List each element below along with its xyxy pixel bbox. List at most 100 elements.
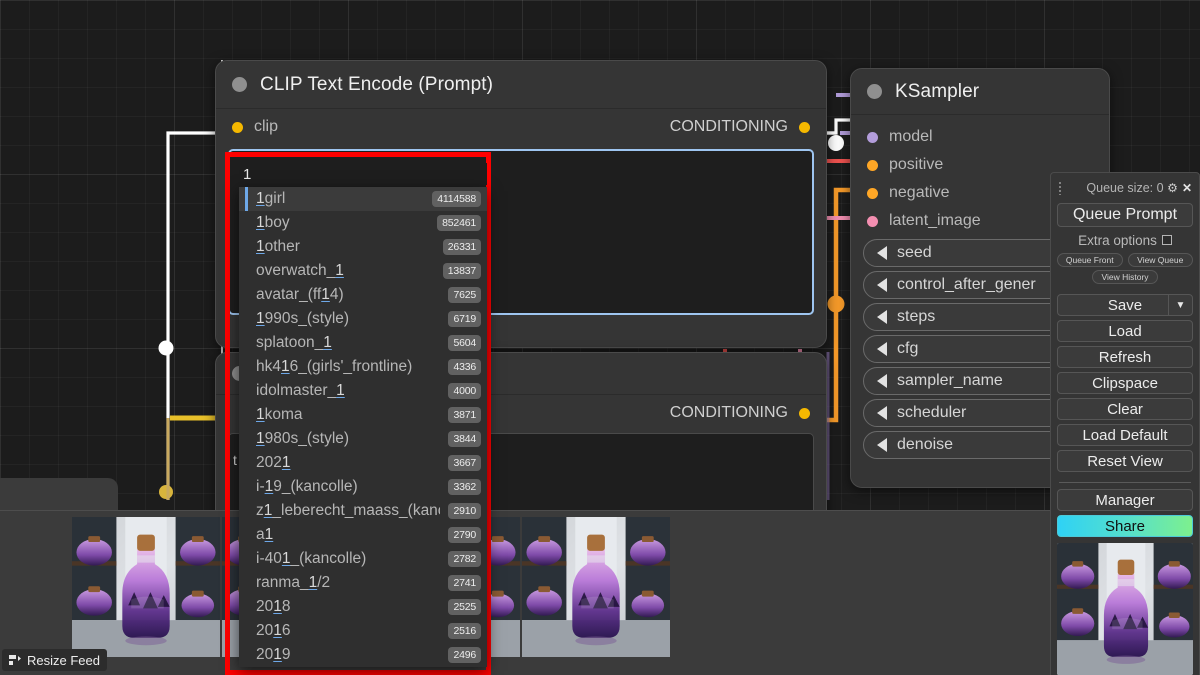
widget-label: sampler_name bbox=[897, 372, 1003, 389]
reset-view-button[interactable]: Reset View bbox=[1057, 450, 1193, 472]
collapse-dot-icon[interactable] bbox=[867, 84, 882, 99]
arrow-left-icon[interactable] bbox=[877, 246, 887, 260]
port-model-input[interactable]: model bbox=[851, 123, 1109, 151]
tag-search-input[interactable] bbox=[239, 163, 487, 185]
autocomplete-item-count: 7625 bbox=[448, 287, 481, 303]
autocomplete-item[interactable]: 1boy 852461 bbox=[239, 211, 487, 235]
autocomplete-item-count: 2496 bbox=[448, 647, 481, 663]
queue-prompt-button[interactable]: Queue Prompt bbox=[1057, 203, 1193, 227]
autocomplete-item[interactable]: hk416_(girls'_frontline) 4336 bbox=[239, 355, 487, 379]
node-title-bar[interactable]: CLIP Text Encode (Prompt) bbox=[216, 61, 826, 109]
autocomplete-item-label: 1other bbox=[256, 238, 300, 255]
autocomplete-item-count: 2741 bbox=[448, 575, 481, 591]
extra-options-checkbox[interactable] bbox=[1161, 235, 1172, 245]
load-default-button[interactable]: Load Default bbox=[1057, 424, 1193, 446]
autocomplete-item[interactable]: z1_leberecht_maass_(kancolle) 2910 bbox=[239, 499, 487, 523]
manager-button[interactable]: Manager bbox=[1057, 489, 1193, 511]
feed-image[interactable] bbox=[72, 517, 220, 657]
autocomplete-item-label: ranma_1/2 bbox=[256, 574, 331, 591]
autocomplete-item-label: z1_leberecht_maass_(kancolle) bbox=[256, 502, 440, 519]
autocomplete-item[interactable]: 1980s_(style) 3844 bbox=[239, 427, 487, 451]
autocomplete-item[interactable]: avatar_(ff14) 7625 bbox=[239, 283, 487, 307]
autocomplete-item-count: 5604 bbox=[448, 335, 481, 351]
autocomplete-item[interactable]: 1other 26331 bbox=[239, 235, 487, 259]
autocomplete-item[interactable]: 2018 2525 bbox=[239, 595, 487, 619]
autocomplete-item[interactable]: 2016 2516 bbox=[239, 619, 487, 643]
close-icon[interactable]: ✕ bbox=[1182, 182, 1192, 194]
share-button[interactable]: Share bbox=[1057, 515, 1193, 537]
menu-header: Queue size: 0 ⚙ ✕ bbox=[1057, 177, 1193, 199]
arrow-left-icon[interactable] bbox=[877, 374, 887, 388]
menu-preview-thumbnail[interactable] bbox=[1057, 543, 1193, 675]
autocomplete-item[interactable]: 2021 3667 bbox=[239, 451, 487, 475]
latent-image-port-icon bbox=[867, 215, 878, 227]
port-conditioning-output-1[interactable]: CONDITIONING bbox=[654, 113, 826, 141]
conditioning-port-icon bbox=[799, 121, 810, 133]
arrow-left-icon[interactable] bbox=[877, 342, 887, 356]
model-port-icon bbox=[867, 131, 878, 143]
collapse-dot-icon[interactable] bbox=[232, 77, 247, 92]
autocomplete-item[interactable]: 1koma 3871 bbox=[239, 403, 487, 427]
widget-label: seed bbox=[897, 244, 932, 261]
arrow-left-icon[interactable] bbox=[877, 406, 887, 420]
port-label: clip bbox=[254, 118, 279, 135]
extra-options-row[interactable]: Extra options bbox=[1057, 230, 1193, 250]
autocomplete-item-count: 852461 bbox=[437, 215, 481, 231]
refresh-button[interactable]: Refresh bbox=[1057, 346, 1193, 368]
queue-front-button[interactable]: Queue Front bbox=[1057, 253, 1123, 267]
autocomplete-item-count: 3667 bbox=[448, 455, 481, 471]
autocomplete-item[interactable]: a1 2790 bbox=[239, 523, 487, 547]
autocomplete-item-count: 3871 bbox=[448, 407, 481, 423]
clipspace-button[interactable]: Clipspace bbox=[1057, 372, 1193, 394]
node-title-bar[interactable]: KSampler bbox=[851, 69, 1109, 115]
autocomplete-item[interactable]: i-401_(kancolle) 2782 bbox=[239, 547, 487, 571]
view-queue-button[interactable]: View Queue bbox=[1127, 253, 1193, 267]
autocomplete-item-label: 1990s_(style) bbox=[256, 310, 350, 327]
autocomplete-item[interactable]: idolmaster_1 4000 bbox=[239, 379, 487, 403]
clear-button[interactable]: Clear bbox=[1057, 398, 1193, 420]
resize-icon bbox=[9, 654, 21, 665]
autocomplete-item[interactable]: 1990s_(style) 6719 bbox=[239, 307, 487, 331]
autocomplete-item-count: 2525 bbox=[448, 599, 481, 615]
generated-image bbox=[1057, 543, 1193, 675]
drag-handle-icon[interactable] bbox=[1058, 181, 1062, 195]
autocomplete-item-label: avatar_(ff14) bbox=[256, 286, 344, 303]
autocomplete-item[interactable]: splatoon_1 5604 bbox=[239, 331, 487, 355]
feed-image[interactable] bbox=[522, 517, 670, 657]
autocomplete-item[interactable]: 2019 2496 bbox=[239, 643, 487, 667]
port-clip-input[interactable]: clip bbox=[216, 113, 294, 141]
autocomplete-item[interactable]: i-19_(kancolle) 3362 bbox=[239, 475, 487, 499]
queue-actions-row: Queue Front View Queue bbox=[1057, 253, 1193, 267]
view-history-button[interactable]: View History bbox=[1092, 270, 1158, 284]
arrow-left-icon[interactable] bbox=[877, 310, 887, 324]
autocomplete-item-label: overwatch_1 bbox=[256, 262, 344, 279]
image-feed-panel[interactable] bbox=[0, 510, 1060, 675]
comfy-menu-panel[interactable]: Queue size: 0 ⚙ ✕ Queue Prompt Extra opt… bbox=[1050, 172, 1200, 675]
autocomplete-item-label: i-19_(kancolle) bbox=[256, 478, 358, 495]
port-conditioning-output-2[interactable]: CONDITIONING bbox=[654, 399, 826, 427]
save-dropdown-caret-icon[interactable]: ▼ bbox=[1168, 295, 1192, 315]
conditioning-port-icon bbox=[799, 407, 810, 419]
generated-image bbox=[522, 517, 670, 657]
autocomplete-item[interactable]: ranma_1/2 2741 bbox=[239, 571, 487, 595]
load-button[interactable]: Load bbox=[1057, 320, 1193, 342]
autocomplete-item-label: splatoon_1 bbox=[256, 334, 332, 351]
autocomplete-list[interactable]: 1girl 4114588 1boy 852461 1other 26331 overwat… bbox=[239, 187, 487, 667]
autocomplete-popup[interactable]: 1girl 4114588 1boy 852461 1other 26331 overwat… bbox=[225, 152, 491, 675]
autocomplete-item-label: i-401_(kancolle) bbox=[256, 550, 367, 567]
autocomplete-item[interactable]: 1girl 4114588 bbox=[239, 187, 487, 211]
widget-label: scheduler bbox=[897, 404, 967, 421]
gear-icon[interactable]: ⚙ bbox=[1167, 182, 1178, 194]
autocomplete-item-count: 3362 bbox=[448, 479, 481, 495]
autocomplete-item-count: 2790 bbox=[448, 527, 481, 543]
autocomplete-item[interactable]: overwatch_1 13837 bbox=[239, 259, 487, 283]
arrow-left-icon[interactable] bbox=[877, 438, 887, 452]
autocomplete-item-label: a1 bbox=[256, 526, 274, 543]
feed-tab[interactable] bbox=[0, 478, 118, 510]
comfyui-app: CLIP Text Encode (Prompt) clip CONDITION… bbox=[0, 0, 1200, 675]
autocomplete-item-count: 6719 bbox=[448, 311, 481, 327]
autocomplete-item-count: 4114588 bbox=[432, 191, 481, 207]
arrow-left-icon[interactable] bbox=[877, 278, 887, 292]
positive-port-icon bbox=[867, 159, 878, 171]
resize-feed-button[interactable]: Resize Feed bbox=[2, 649, 107, 671]
